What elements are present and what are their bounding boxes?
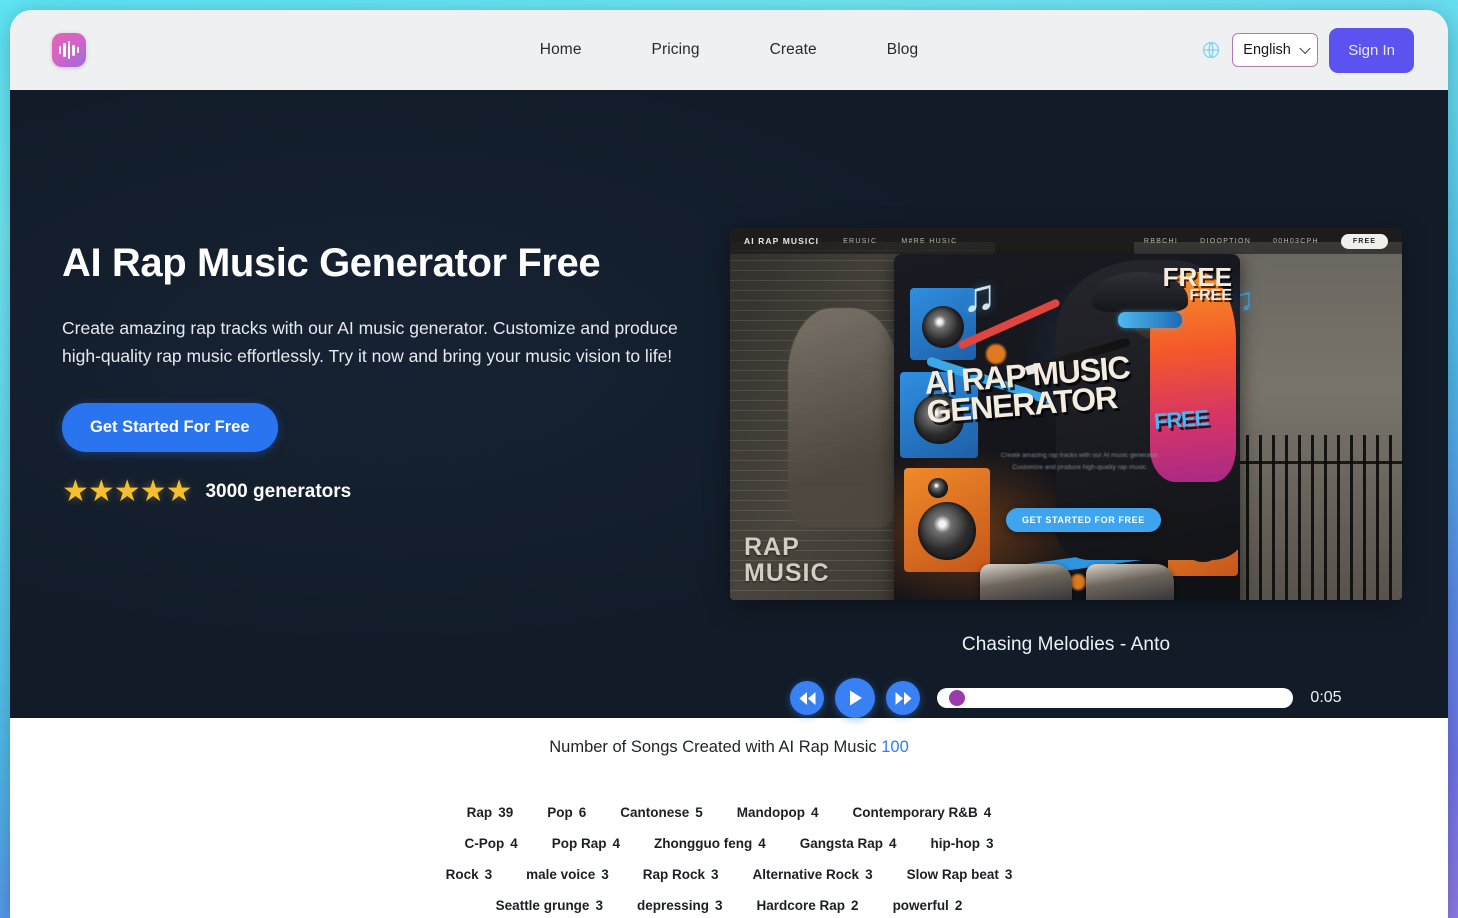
genre-tag[interactable]: Rap Rock 3: [643, 867, 719, 882]
artwork-blob: [1070, 574, 1086, 590]
genre-tag[interactable]: Pop Rap 4: [552, 836, 620, 851]
rewind-button[interactable]: [790, 681, 825, 715]
globe-icon[interactable]: [1201, 40, 1221, 60]
genre-tag[interactable]: C-Pop 4: [464, 836, 517, 851]
genre-tag[interactable]: Slow Rap beat 3: [907, 867, 1013, 882]
play-icon: [849, 690, 862, 706]
genre-tag[interactable]: depressing 3: [637, 898, 723, 913]
page-title: AI Rap Music Generator Free: [62, 241, 601, 285]
rating-label: 3000 generators: [205, 480, 352, 502]
fast-forward-icon: [895, 691, 912, 705]
genre-tag[interactable]: male voice 3: [526, 867, 609, 882]
genre-tag[interactable]: hip-hop 3: [931, 836, 994, 851]
track-title: Chasing Melodies - Anto: [961, 634, 1171, 655]
songs-created-count: 100: [881, 738, 909, 756]
artwork-sneaker: [980, 564, 1072, 600]
songs-created-label: Number of Songs Created with AI Rap Musi…: [549, 738, 877, 756]
stats-section: Number of Songs Created with AI Rap Musi…: [10, 718, 1448, 918]
music-note-icon: ♫: [962, 269, 997, 321]
artwork-poster-body: Create amazing rap tracks with our AI mu…: [1000, 452, 1160, 472]
artwork-nav-gibberish: RBBCHI: [1143, 237, 1179, 245]
artwork-sneaker: [1086, 564, 1174, 600]
artwork-free-badge: FREE FREE: [1162, 262, 1232, 305]
artwork-wall-figure: [788, 308, 898, 528]
artwork-speaker-cone: [918, 502, 976, 560]
hero-section: AI Rap Music Generator Free Create amazi…: [10, 90, 1448, 718]
genre-tag[interactable]: Mandopop 4: [737, 805, 819, 820]
songs-created-heading: Number of Songs Created with AI Rap Musi…: [10, 738, 1448, 757]
artwork-wall-text: RAP MUSIC: [744, 532, 830, 587]
genre-tag[interactable]: Hardcore Rap 2: [757, 898, 859, 913]
promo-artwork-image: RAP MUSIC ♫ ♫ FREE FREE AI RAP MUSIC GEN…: [730, 228, 1402, 600]
rating-block: ★★★★★ 3000 generators: [62, 474, 722, 508]
artwork-nav-brand: AI RAP MUSICI: [744, 236, 820, 246]
language-select-wrapper: English: [1232, 33, 1319, 67]
genre-tag[interactable]: Alternative Rock 3: [753, 867, 873, 882]
artwork-speaker-tweeter: [928, 478, 948, 498]
artwork-nav-free-pill: FREE: [1340, 233, 1388, 249]
artwork-poster-button: GET STARTED FOR FREE: [1006, 508, 1161, 532]
site-header: Home Pricing Create Blog English Sign In: [10, 10, 1448, 90]
genre-tag-row: C-Pop 4 Pop Rap 4 Zhongguo feng 4 Gangsta R…: [10, 836, 1448, 851]
genre-tag-row: Seattle grunge 3 depressing 3 Hardcore Rap…: [10, 898, 1448, 913]
genre-tag-cloud: Rap 39 Pop 6 Cantonese 5 Mandopop 4 Contempo…: [10, 805, 1448, 913]
progress-thumb[interactable]: [948, 690, 965, 706]
artwork-nav-gibberish: ERUSIC: [843, 237, 878, 245]
hero-copy: AI Rap Music Generator Free Create amazi…: [62, 90, 722, 718]
rewind-icon: [799, 691, 816, 705]
genre-tag[interactable]: powerful 2: [893, 898, 963, 913]
artwork-sunglasses: [1118, 312, 1182, 328]
artwork-fake-navbar: AI RAP MUSICI ERUSIC M#RE HUSIC RBBCHI D…: [730, 228, 1402, 254]
genre-tag-row: Rock 3 male voice 3 Rap Rock 3 Alternative …: [10, 867, 1448, 882]
artwork-nav-gibberish: DIOOPTION: [1200, 237, 1252, 245]
genre-tag-row: Rap 39 Pop 6 Cantonese 5 Mandopop 4 Contempo…: [10, 805, 1448, 820]
forward-button[interactable]: [886, 681, 921, 715]
artwork-poster: ♫ ♪ FREE FREE AI RAP MUSIC GEN: [894, 254, 1240, 600]
artwork-speaker-cone: [922, 306, 964, 348]
artwork-nav-gibberish: M#RE HUSIC: [901, 237, 958, 245]
genre-tag[interactable]: Gangsta Rap 4: [800, 836, 897, 851]
nav-item-blog[interactable]: Blog: [887, 41, 918, 59]
genre-tag[interactable]: Zhongguo feng 4: [654, 836, 766, 851]
genre-tag[interactable]: Rap 39: [467, 805, 514, 820]
genre-tag[interactable]: Contemporary R&B 4: [853, 805, 992, 820]
header-actions: English Sign In: [1201, 27, 1414, 73]
progress-slider[interactable]: [937, 688, 1294, 708]
play-button[interactable]: [835, 678, 876, 718]
nav-item-create[interactable]: Create: [770, 41, 817, 59]
artwork-nav-gibberish: 00H03CPH: [1273, 237, 1319, 245]
star-rating-icon: ★★★★★: [62, 474, 192, 508]
artwork-iron-fence: [1220, 435, 1402, 600]
language-select[interactable]: English: [1232, 33, 1319, 67]
audio-player: 0:05: [790, 678, 1342, 718]
get-started-button[interactable]: Get Started For Free: [62, 402, 278, 452]
hero-subtitle: Create amazing rap tracks with our AI mu…: [62, 318, 678, 367]
genre-tag[interactable]: Seattle grunge 3: [496, 898, 603, 913]
browser-window: Home Pricing Create Blog English Sign In…: [10, 10, 1448, 918]
nav-item-pricing[interactable]: Pricing: [652, 41, 700, 59]
nav-item-home[interactable]: Home: [540, 41, 582, 59]
genre-tag[interactable]: Cantonese 5: [620, 805, 703, 820]
sign-in-button[interactable]: Sign In: [1329, 27, 1414, 73]
hero-media: RAP MUSIC ♫ ♫ FREE FREE AI RAP MUSIC GEN…: [722, 90, 1410, 718]
current-time: 0:05: [1310, 689, 1342, 706]
genre-tag[interactable]: Pop 6: [547, 805, 586, 820]
genre-tag[interactable]: Rock 3: [446, 867, 493, 882]
